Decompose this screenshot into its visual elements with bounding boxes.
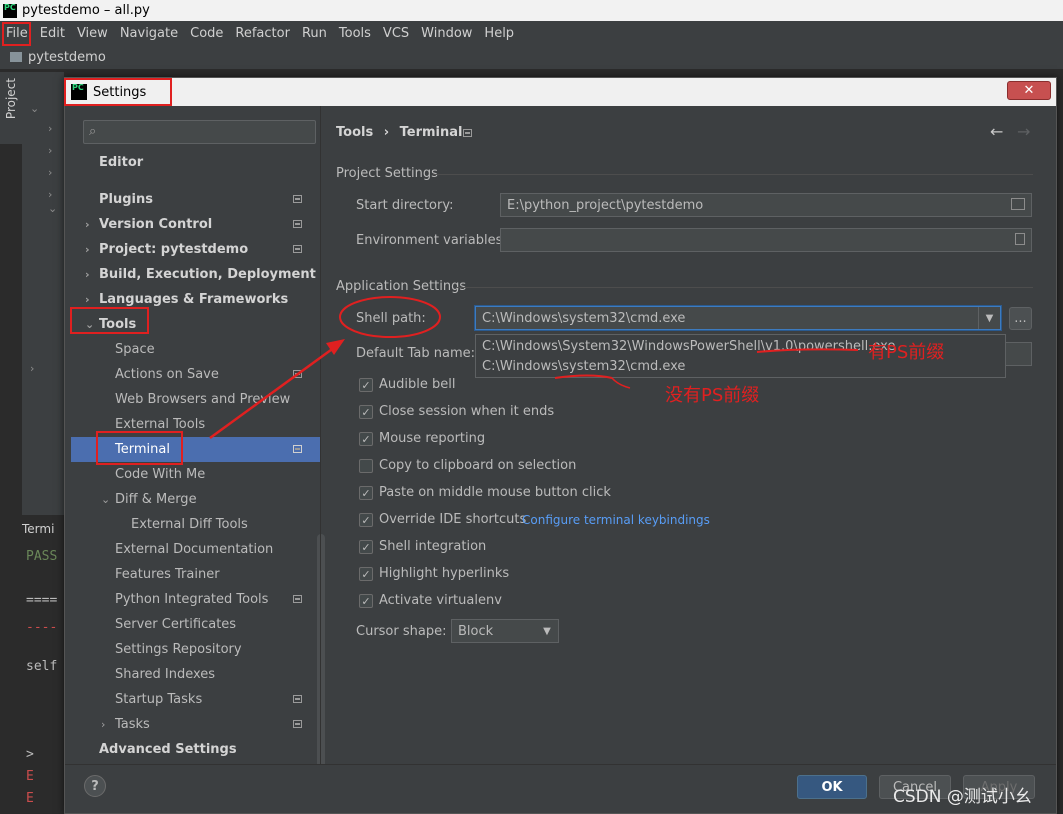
- watermark: CSDN @测试小幺: [893, 787, 1032, 807]
- annotation-arrow: [209, 345, 336, 440]
- annotation-overlay: [209, 296, 859, 440]
- annotation-ellipse: [339, 296, 441, 338]
- annotation-with-ps: 有PS前缀: [868, 342, 945, 363]
- annotation-underline: [554, 374, 613, 379]
- annotation-underline: [756, 348, 859, 353]
- annotation-underline: [611, 377, 631, 389]
- annotation-without-ps: 没有PS前缀: [665, 385, 760, 406]
